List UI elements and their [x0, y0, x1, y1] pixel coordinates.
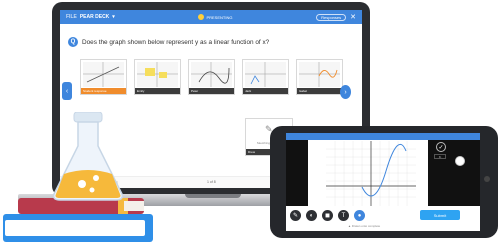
responses-button[interactable]: Responses: [316, 13, 347, 21]
color-picker-icon[interactable]: ●: [354, 210, 365, 221]
close-icon[interactable]: ✕: [350, 14, 356, 21]
app-header: FILE PEAR DECK ▾ PRESENTING Responses ✕: [60, 10, 362, 24]
book-bottom: [3, 214, 153, 242]
book-pages: [5, 220, 145, 236]
response-card[interactable]: Emily: [134, 59, 181, 95]
graph-thumbnail: [137, 62, 178, 87]
phone-screen: ✓ fit ✎ ◐ ◼ T ● Submit ▲ Drawn onto comp…: [286, 133, 480, 231]
phone-left-panel: [286, 140, 308, 206]
phone-camera: [484, 176, 490, 182]
response-thumbnails: Student response Emily Peter Jack Isabel: [80, 59, 343, 95]
graph-thumbnail: [83, 62, 124, 87]
response-label: Jack: [243, 88, 288, 94]
check-icon[interactable]: ✓: [436, 142, 446, 152]
drawing-toolbar: ✎ ◐ ◼ T ● Submit ▲ Drawn onto complete: [286, 206, 480, 231]
laptop-notch: [185, 194, 241, 198]
question-row: Q Does the graph shown below represent y…: [68, 37, 269, 47]
presenter-avatar: [198, 14, 205, 20]
response-label: Peter: [189, 88, 234, 94]
phone-right-panel: ✓ fit: [428, 140, 480, 206]
previous-slide-button[interactable]: ‹: [62, 82, 72, 100]
response-label: Isabel: [297, 88, 342, 94]
brand-name: PEAR DECK: [79, 14, 110, 20]
brand-prefix: FILE: [66, 14, 77, 20]
submission-note: ▲ Drawn onto complete: [348, 224, 381, 228]
response-card[interactable]: Isabel: [296, 59, 343, 95]
question-badge: Q: [68, 37, 78, 47]
drawing-graph[interactable]: [326, 141, 416, 206]
response-card[interactable]: Student response: [80, 59, 127, 95]
question-text: Does the graph shown below represent y a…: [82, 38, 270, 46]
presenting-indicator[interactable]: PRESENTING: [198, 14, 232, 20]
next-slide-button[interactable]: ›: [340, 85, 351, 99]
graph-thumbnail: [299, 62, 340, 87]
response-card[interactable]: Jack: [242, 59, 289, 95]
fit-button[interactable]: fit: [434, 154, 446, 159]
response-label: Student response: [81, 88, 126, 94]
presenting-label: PRESENTING: [206, 14, 233, 20]
submit-button[interactable]: Submit: [420, 210, 460, 220]
response-card[interactable]: Peter: [188, 59, 235, 95]
graph-thumbnail: [245, 62, 286, 87]
text-icon[interactable]: T: [338, 210, 349, 221]
highlighter-icon[interactable]: ◐: [306, 210, 317, 221]
chevron-down-icon: ▾: [112, 14, 115, 20]
book-pages-top: [124, 201, 144, 211]
page-indicator: 1 of 8: [207, 180, 216, 184]
eraser-icon[interactable]: ◼: [322, 210, 333, 221]
brand[interactable]: FILE PEAR DECK ▾: [66, 14, 115, 20]
graph-thumbnail: [191, 62, 232, 87]
phone-side-button[interactable]: [455, 156, 465, 166]
response-label: Emily: [135, 88, 180, 94]
flask-illustration: [52, 112, 124, 201]
phone-app-bar: [286, 133, 480, 143]
pen-icon[interactable]: ✎: [290, 210, 301, 221]
